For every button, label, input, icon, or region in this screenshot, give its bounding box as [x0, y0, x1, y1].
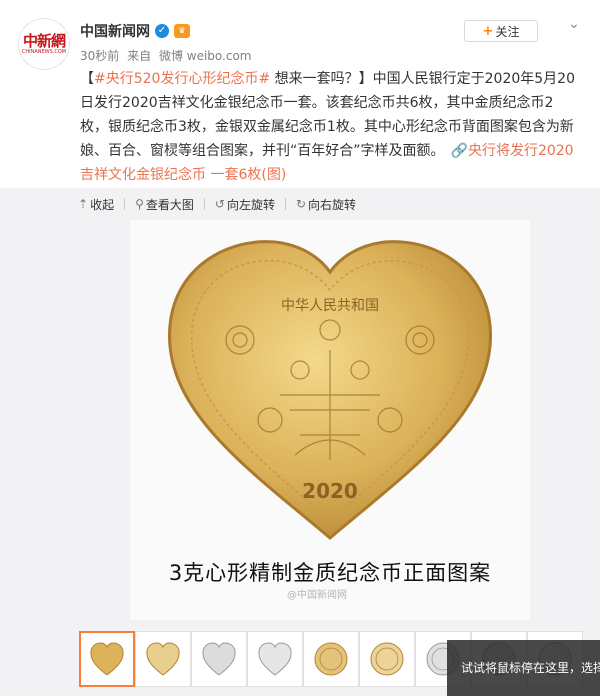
- thumbnail[interactable]: [359, 631, 415, 687]
- collapse-button[interactable]: ⇡ 收起: [78, 196, 114, 213]
- toolbar-divider: [203, 198, 205, 210]
- verified-icon: ✓: [155, 24, 169, 38]
- magnify-icon: ⚲: [135, 197, 144, 211]
- collapse-icon: ⇡: [78, 197, 89, 211]
- author-name[interactable]: 中国新闻网: [80, 21, 150, 41]
- silver-heart-coin-icon: [202, 642, 236, 676]
- image-caption: 3克心形精制金质纪念币正面图案: [168, 561, 492, 585]
- silver-heart-coin-icon: [258, 642, 292, 676]
- source-prefix: 来自: [127, 49, 152, 63]
- thumbnail[interactable]: [79, 631, 135, 687]
- coin-year: 2020: [302, 479, 358, 503]
- rotate-right-button[interactable]: ↻ 向右旋转: [296, 196, 356, 213]
- media-panel: ⇡ 收起 ⚲ 查看大图 ↺ 向左旋转 ↻ 向右旋转 中华人民共和国 2020 3…: [0, 188, 600, 696]
- chevron-down-icon[interactable]: ⌄: [566, 16, 582, 32]
- rotate-right-icon: ↻: [295, 197, 307, 211]
- thumbnail[interactable]: [191, 631, 247, 687]
- author-row: 中国新闻网 ✓ ♛: [80, 20, 190, 42]
- toolbar-divider: [124, 198, 126, 210]
- view-large-button[interactable]: ⚲ 查看大图: [135, 196, 194, 213]
- post-text: 【#央行520发行心形纪念币# 想来一套吗？】中国人民银行定于2020年5月20…: [80, 67, 580, 187]
- rotate-right-label: 向右旋转: [308, 197, 357, 212]
- thumbnail[interactable]: [303, 631, 359, 687]
- thumbnail[interactable]: [135, 631, 191, 687]
- collapse-label: 收起: [90, 197, 115, 212]
- bracket-open: 【: [80, 71, 94, 87]
- hashtag-link[interactable]: #央行520发行心形纪念币#: [94, 71, 270, 87]
- thumbnail[interactable]: [247, 631, 303, 687]
- link-icon: 🔗: [450, 143, 468, 159]
- rotate-left-button[interactable]: ↺ 向左旋转: [215, 196, 275, 213]
- avatar-logo-text: 中新網: [22, 32, 66, 50]
- plus-icon: +: [482, 23, 494, 39]
- avatar-logo-subtext: CHINANEWS.COM: [21, 49, 67, 55]
- follow-button[interactable]: + 关注: [464, 20, 538, 42]
- rotate-left-label: 向左旋转: [226, 197, 275, 212]
- headline-rest: 想来一套吗？】: [270, 71, 373, 87]
- avatar[interactable]: 中新網 CHINANEWS.COM: [18, 18, 70, 70]
- gold-round-coin-icon: [370, 642, 404, 676]
- coin-inscription: 中华人民共和国: [281, 298, 379, 314]
- rotate-left-icon: ↺: [214, 197, 225, 211]
- watermark: @中国新闻网: [287, 590, 347, 601]
- main-image[interactable]: 中华人民共和国 2020 3克心形精制金质纪念币正面图案 @中国新闻网: [130, 220, 530, 620]
- post-header: 中新網 CHINANEWS.COM 中国新闻网 ✓ ♛ 30秒前 来自 微博 w…: [0, 0, 600, 70]
- post-time[interactable]: 30秒前: [80, 49, 119, 63]
- image-toolbar: ⇡ 收起 ⚲ 查看大图 ↺ 向左旋转 ↻ 向右旋转: [78, 195, 366, 213]
- gold-heart-coin-icon: [146, 642, 180, 676]
- toolbar-divider: [284, 198, 286, 210]
- gold-heart-coin-icon: [90, 642, 124, 676]
- post-source[interactable]: 微博 weibo.com: [159, 49, 252, 63]
- gold-round-coin-icon: [314, 642, 348, 676]
- hover-tip-toast: 试试将鼠标停在这里，选择: [447, 640, 600, 696]
- heart-coin-image: 中华人民共和国 2020: [168, 240, 492, 540]
- follow-label: 关注: [495, 24, 520, 39]
- vip-icon: ♛: [174, 24, 190, 38]
- view-large-label: 查看大图: [145, 197, 194, 212]
- post-meta: 30秒前 来自 微博 weibo.com: [80, 47, 256, 64]
